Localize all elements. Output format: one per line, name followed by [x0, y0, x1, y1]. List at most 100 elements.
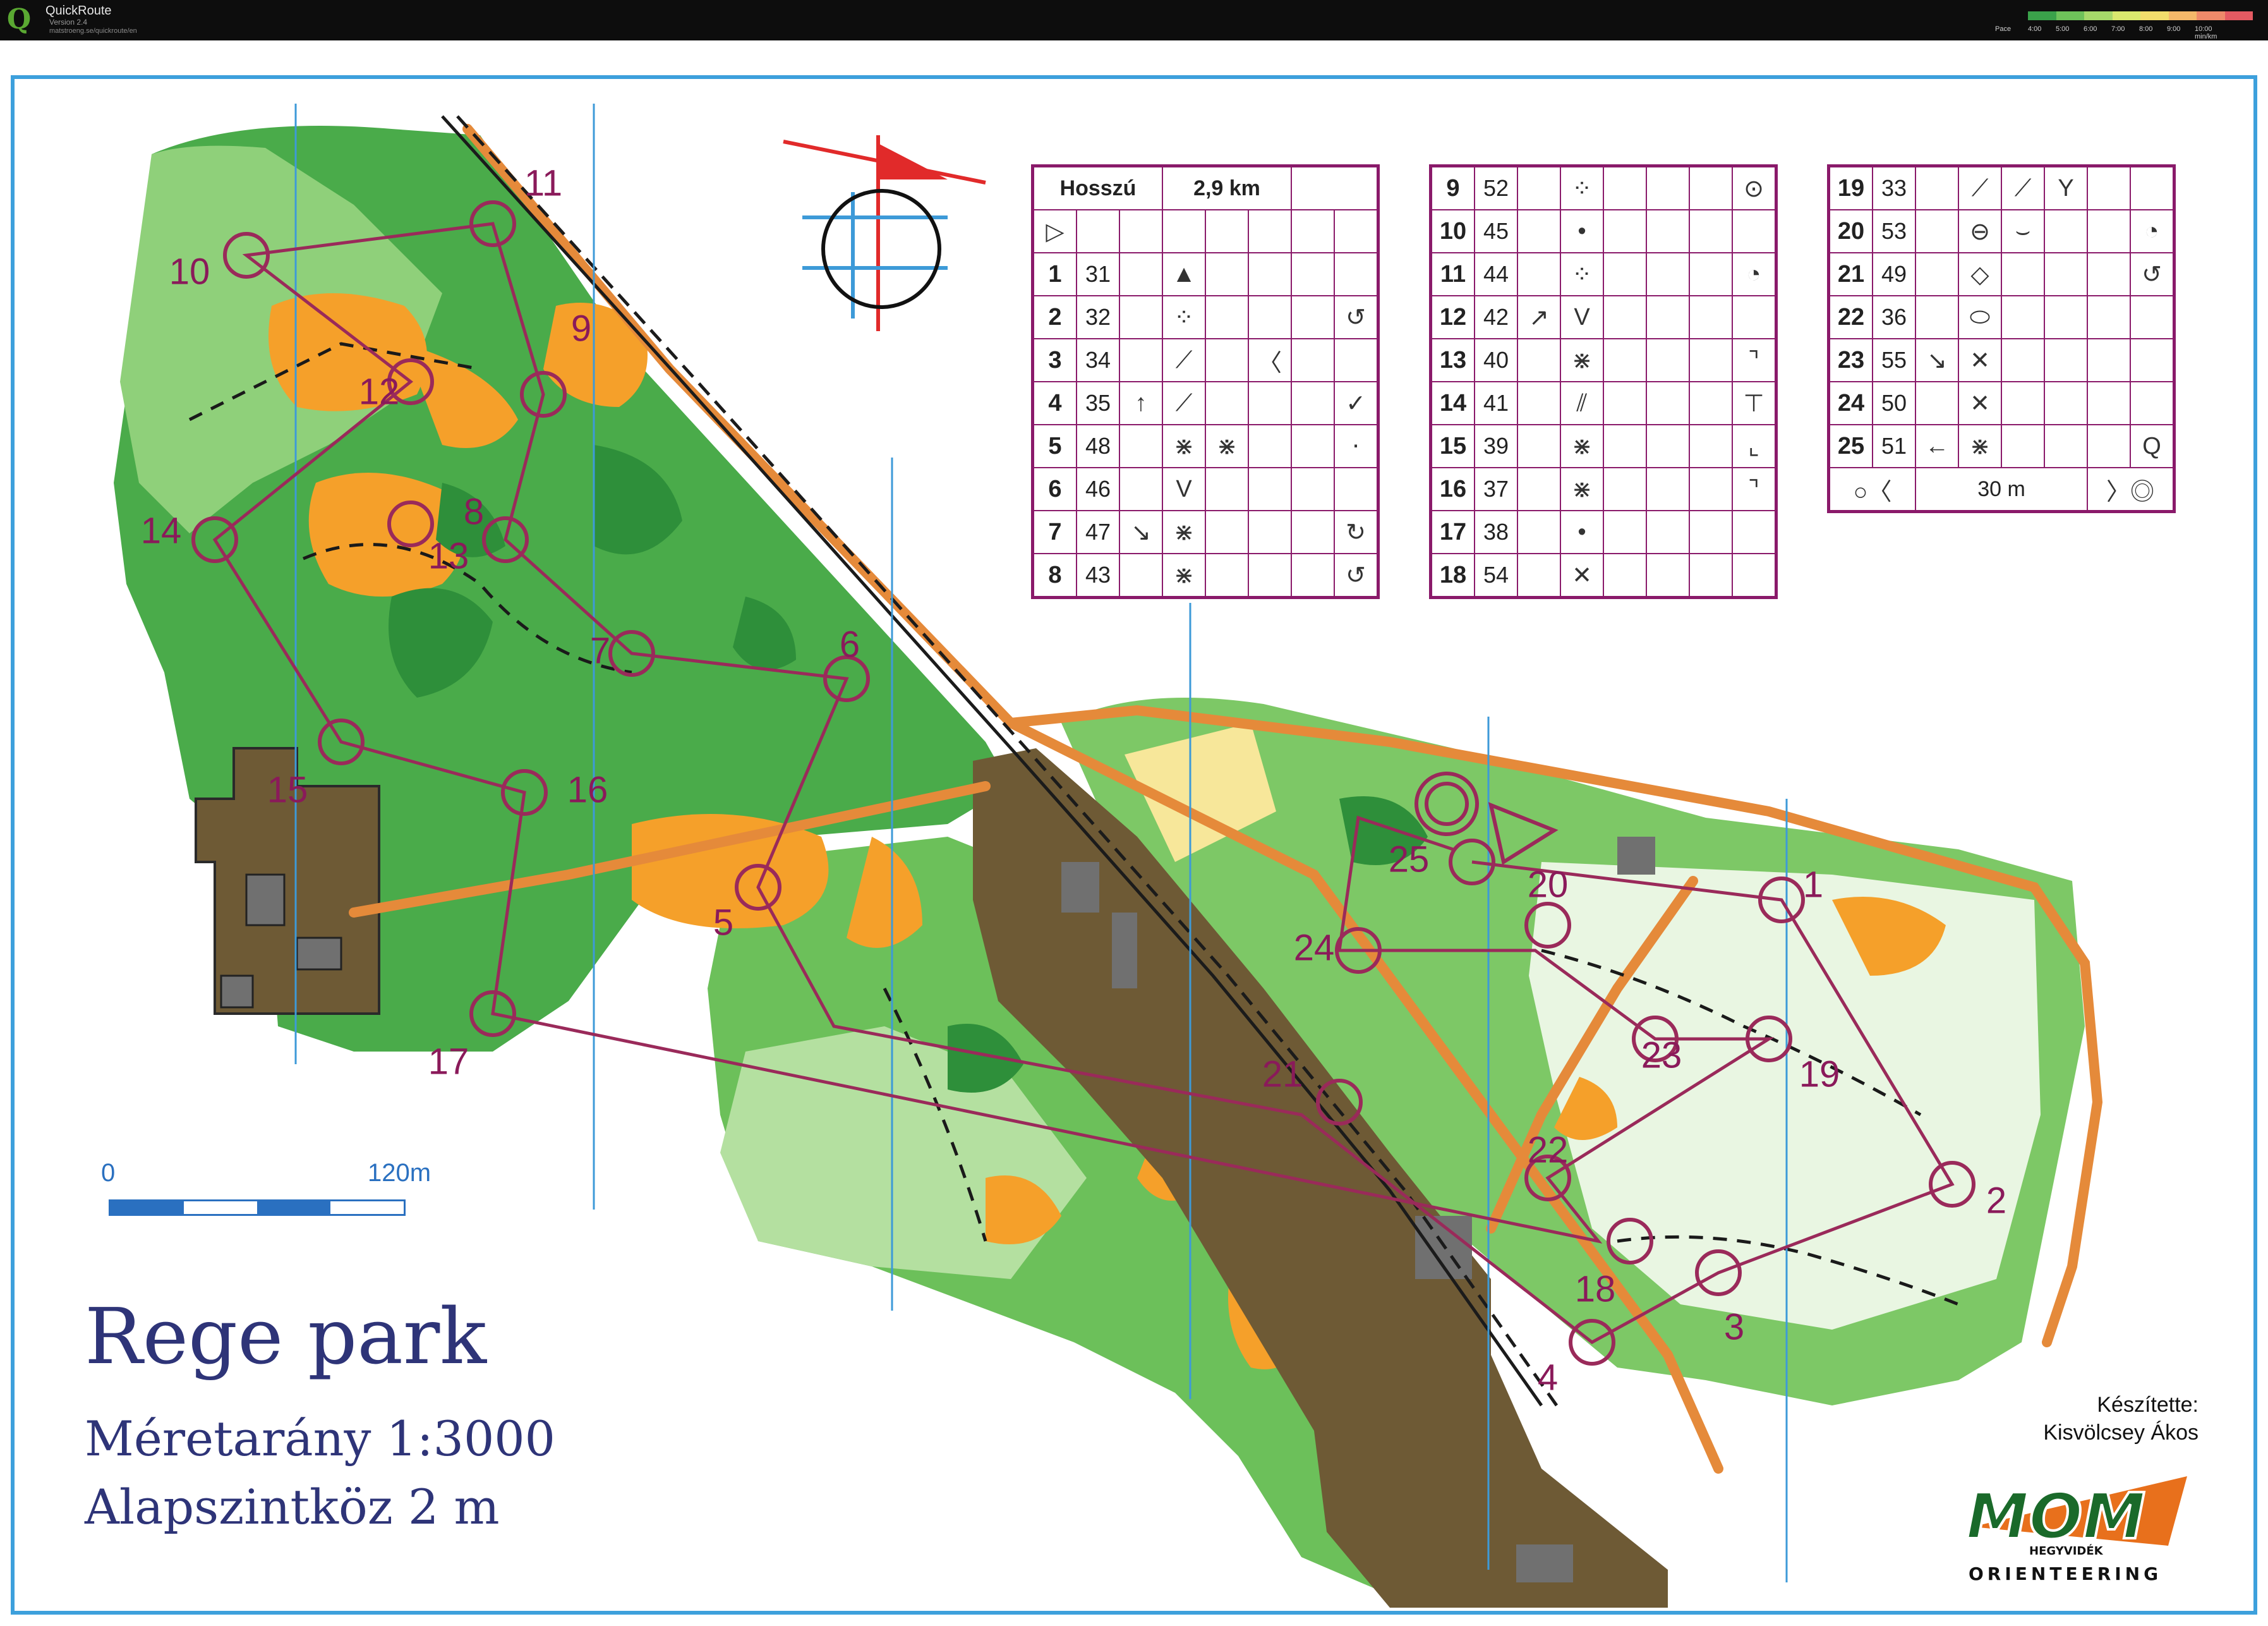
pace-tick-label: 5:00 — [2056, 25, 2070, 33]
position-symbol: Q — [2130, 424, 2175, 468]
other-info — [1291, 338, 1335, 382]
compass-symbol — [783, 135, 986, 331]
appearance-symbol — [1646, 510, 1690, 554]
description-row: 3 34 ⟋ 〈 — [1032, 338, 1379, 382]
detail-symbol — [1205, 553, 1249, 598]
other-info — [1689, 338, 1733, 382]
feature-symbol: ⁘ — [1560, 252, 1604, 296]
detail-symbol: ⌣ — [2001, 209, 2045, 253]
control-number: 7 — [590, 630, 610, 671]
feature-symbol: V — [1162, 467, 1206, 511]
feature-symbol: • — [1560, 510, 1604, 554]
detail-symbol — [1603, 338, 1647, 382]
other-info — [1689, 424, 1733, 468]
detail-symbol — [2001, 381, 2045, 425]
description-row: 1 31 ▲ — [1032, 252, 1379, 296]
direction-symbol — [1915, 381, 1959, 425]
pace-tick-label: 4:00 — [2028, 25, 2042, 33]
position-symbol: ↻ — [1334, 510, 1379, 554]
position-symbol: ↺ — [1334, 553, 1379, 598]
description-table-1: Hosszú 2,9 km ▷ 1 31 ▲ 2 32 ⁘ ↺ 3 34 ⟋ 〈 4 35 ↑ ⟋ ✓ 5 48 ⋇… — [1031, 164, 1380, 599]
other-info — [2087, 338, 2131, 382]
control-code: 39 — [1474, 424, 1518, 468]
control-sequence: 8 — [1032, 553, 1077, 598]
control-sequence: 15 — [1430, 424, 1475, 468]
detail-symbol — [1205, 252, 1249, 296]
description-row: 11 44 ⁘ ◔ — [1430, 252, 1777, 296]
detail-symbol — [2001, 338, 2045, 382]
control-code: 37 — [1474, 467, 1518, 511]
direction-symbol: ↗ — [1517, 295, 1561, 339]
other-info — [2087, 424, 2131, 468]
other-info — [1689, 252, 1733, 296]
feature-symbol: ⫽ — [1560, 381, 1604, 425]
feature-symbol: ⋇ — [1560, 338, 1604, 382]
finish-distance: 30 m — [1915, 467, 2088, 513]
club-logo: MOM HEGYVIDÉK ORIENTEERING — [1965, 1476, 2187, 1584]
description-row: 2 32 ⁘ ↺ — [1032, 295, 1379, 339]
start-row: ▷ — [1032, 209, 1379, 253]
detail-symbol — [1205, 381, 1249, 425]
appearance-symbol — [2044, 338, 2088, 382]
appearance-symbol — [1248, 381, 1292, 425]
detail-symbol: ⟋ — [2001, 165, 2045, 210]
control-sequence: 10 — [1430, 209, 1475, 253]
control-sequence: 2 — [1032, 295, 1077, 339]
pace-tick-label: 7:00 — [2111, 25, 2125, 33]
control-number: 3 — [1724, 1306, 1744, 1347]
feature-symbol: ⋇ — [1560, 424, 1604, 468]
direction-symbol — [1517, 467, 1561, 511]
feature-symbol: ✕ — [1560, 553, 1604, 598]
quickroute-icon[interactable]: Q — [5, 4, 33, 35]
control-code: 34 — [1076, 338, 1120, 382]
logo-main: MOM — [1966, 1479, 2145, 1553]
position-symbol — [1732, 553, 1777, 598]
other-info — [1291, 252, 1335, 296]
other-info — [1689, 467, 1733, 511]
map-canvas[interactable]: 1 2 3 4 5 6 7 8 9 10 11 12 13 14 15 16 17 18 19 20 21 22 23 24 2… — [0, 40, 2268, 1626]
control-number: 22 — [1528, 1129, 1569, 1170]
finish-left-icon: ○〈 — [1828, 467, 1916, 513]
description-row: 9 52 ⁘ ⊙ — [1430, 165, 1777, 210]
direction-symbol — [1517, 338, 1561, 382]
other-info — [1689, 165, 1733, 210]
description-row: 8 43 ⋇ ↺ — [1032, 553, 1379, 598]
control-sequence: 1 — [1032, 252, 1077, 296]
control-code: 53 — [1872, 209, 1916, 253]
description-row: 23 55 ↘ ✕ — [1828, 338, 2175, 382]
feature-symbol: ⋇ — [1162, 510, 1206, 554]
appearance-symbol — [1248, 553, 1292, 598]
direction-symbol — [1517, 381, 1561, 425]
appearance-symbol: Y — [2044, 165, 2088, 210]
control-number: 5 — [713, 902, 733, 943]
description-row: 25 51 ← ⋇ Q — [1828, 424, 2175, 468]
control-code: 47 — [1076, 510, 1120, 554]
control-code: 33 — [1872, 165, 1916, 210]
position-symbol: ◔ — [1732, 252, 1777, 296]
control-code: 55 — [1872, 338, 1916, 382]
description-row: 19 33 ⟋ ⟋ Y — [1828, 165, 2175, 210]
control-code: 46 — [1076, 467, 1120, 511]
logo-bottom: ORIENTEERING — [1969, 1563, 2162, 1584]
direction-symbol: ↘ — [1915, 338, 1959, 382]
direction-symbol — [1517, 252, 1561, 296]
control-number: 9 — [571, 308, 591, 349]
control-code: 51 — [1872, 424, 1916, 468]
map-name: Rege park — [85, 1292, 487, 1381]
pace-color-swatch — [2168, 11, 2197, 20]
direction-symbol — [1517, 553, 1561, 598]
pace-color-swatch — [2197, 11, 2225, 20]
description-row: 6 46 V — [1032, 467, 1379, 511]
course-length: 2,9 km — [1162, 165, 1292, 210]
logo-sub: HEGYVIDÉK — [2029, 1544, 2104, 1558]
control-code: 41 — [1474, 381, 1518, 425]
appearance-symbol — [2044, 381, 2088, 425]
position-symbol — [1334, 338, 1379, 382]
position-symbol: ⌝ — [1732, 338, 1777, 382]
control-code: 43 — [1076, 553, 1120, 598]
direction-symbol: ↑ — [1119, 381, 1163, 425]
feature-symbol: ⋇ — [1958, 424, 2002, 468]
other-info — [1291, 510, 1335, 554]
control-sequence: 22 — [1828, 295, 1873, 339]
position-symbol — [2130, 381, 2175, 425]
